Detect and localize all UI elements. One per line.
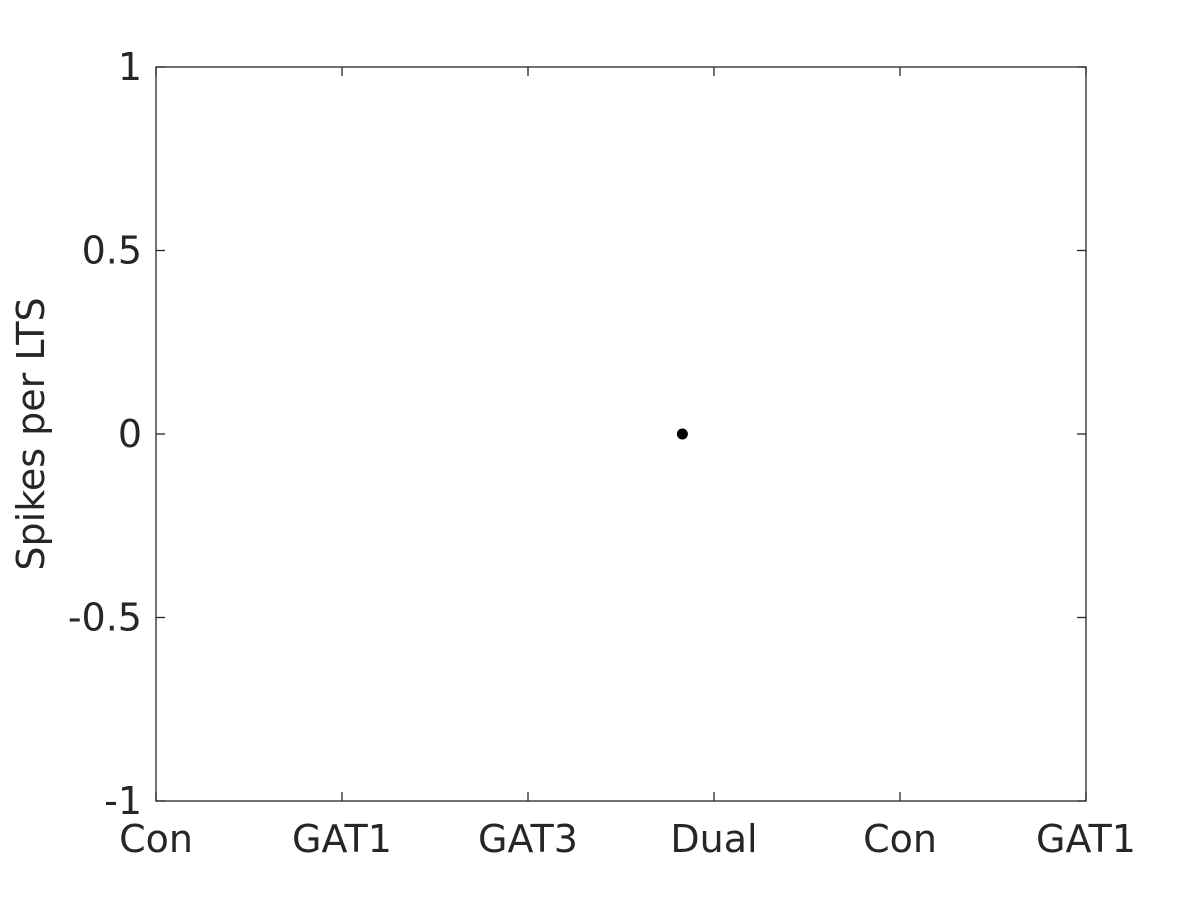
x-tick-label: GAT1 — [292, 817, 392, 861]
x-ticks: Con GAT1 GAT3 Dual Con GAT1 — [119, 67, 1136, 861]
x-tick-label: Dual — [670, 817, 757, 861]
y-ticks: -1 -0.5 0 0.5 1 — [68, 45, 1086, 823]
x-tick-label: GAT1 — [1036, 817, 1136, 861]
x-tick-label: GAT3 — [478, 817, 578, 861]
y-axis-label: Spikes per LTS — [9, 297, 53, 570]
y-tick-label: -0.5 — [68, 596, 142, 640]
x-tick-label: Con — [119, 817, 193, 861]
y-tick-label: 1 — [118, 45, 142, 89]
chart: Con GAT1 GAT3 Dual Con GAT1 -1 -0.5 0 0.5 1 Spike… — [9, 45, 1136, 861]
y-tick-label: 0 — [118, 412, 142, 456]
y-tick-label: 0.5 — [82, 229, 142, 273]
plot-area-border — [155, 66, 1087, 802]
data-point — [676, 428, 688, 440]
axes-box — [155, 66, 1087, 802]
data-points — [676, 428, 688, 440]
y-tick-label: -1 — [104, 779, 142, 823]
x-tick-label: Con — [863, 817, 937, 861]
